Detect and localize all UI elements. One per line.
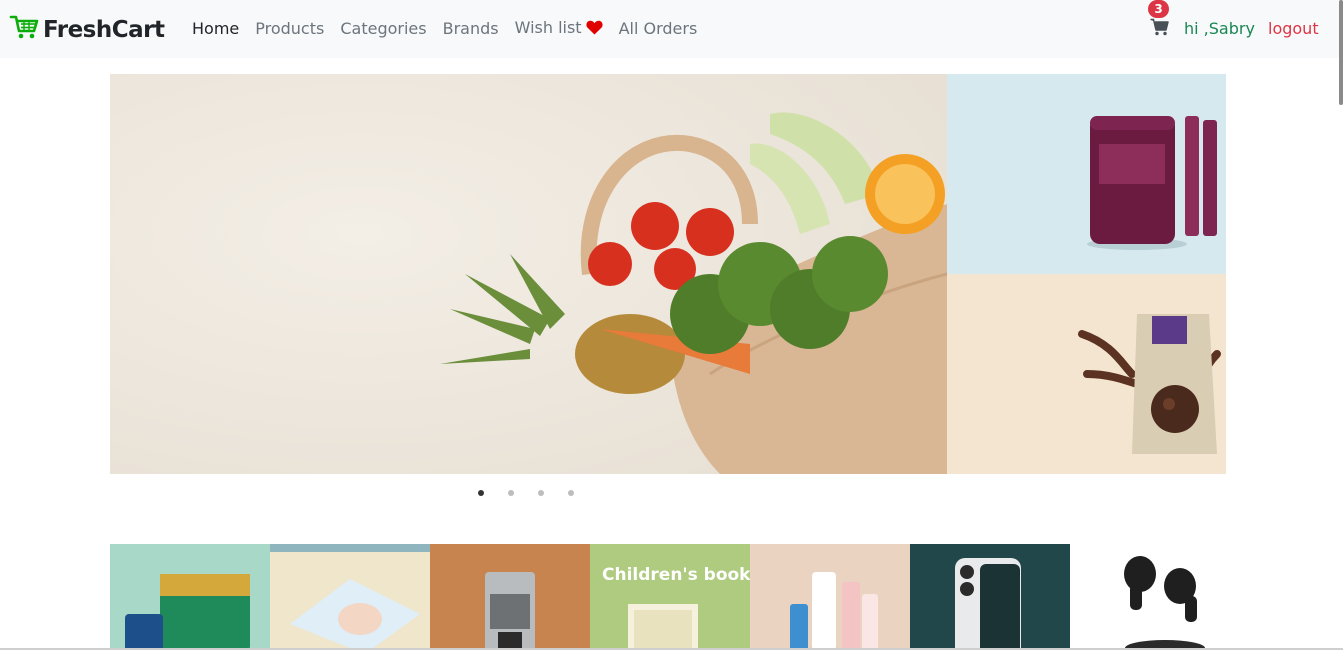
nav-products[interactable]: Products [255, 19, 324, 38]
nav-categories[interactable]: Categories [340, 19, 426, 38]
logout-link[interactable]: logout [1268, 19, 1319, 38]
childrens-books-category-image [590, 544, 750, 650]
nav-wishlist[interactable]: Wish list [515, 18, 603, 39]
slider-dot-1[interactable] [478, 490, 484, 496]
page-scrollbar[interactable] [1339, 0, 1343, 105]
baby-diapers-category-image [270, 544, 430, 650]
category-title-childrens-books: Children's books [602, 565, 750, 585]
cart-button[interactable] [1150, 18, 1169, 41]
main-slider-image[interactable] [110, 74, 947, 474]
brand-name: FreshCart [43, 16, 165, 43]
side-banner-bottom[interactable] [947, 274, 1226, 474]
category-card-mobiles[interactable] [910, 544, 1070, 650]
skincare-category-image [750, 544, 910, 650]
earbuds-category-image [1070, 544, 1230, 650]
category-card-audio[interactable] [1070, 544, 1230, 650]
cart-icon [1150, 18, 1169, 40]
coffee-machine-category-image [430, 544, 590, 650]
chocolate-cookies-product-image [947, 274, 1226, 474]
category-card-books[interactable]: Children's books [590, 544, 750, 650]
shopping-cart-logo-icon [9, 14, 39, 45]
grocery-bag-illustration [110, 74, 947, 474]
smartphone-category-image [910, 544, 1070, 650]
category-card-beauty[interactable] [750, 544, 910, 650]
heart-icon [586, 20, 603, 39]
brand-logo[interactable]: FreshCart [9, 14, 165, 45]
grocery-category-image [110, 544, 270, 650]
user-greeting: hi ,Sabry [1184, 19, 1255, 38]
cart-count-badge: 3 [1148, 0, 1169, 18]
category-card-electronics[interactable] [430, 544, 590, 650]
slider-dot-2[interactable] [508, 490, 514, 496]
category-card-grocery[interactable] [110, 544, 270, 650]
nav-brands[interactable]: Brands [443, 19, 499, 38]
nav-wishlist-label: Wish list [514, 18, 582, 37]
main-nav: Home Products Categories Brands Wish lis… [192, 18, 713, 39]
nav-home[interactable]: Home [192, 19, 239, 38]
slider-dot-4[interactable] [568, 490, 574, 496]
side-banner-top[interactable] [947, 74, 1226, 274]
navbar: FreshCart Home Products Categories Brand… [0, 0, 1343, 58]
nav-all-orders[interactable]: All Orders [619, 19, 698, 38]
slider-dots [478, 490, 598, 496]
category-card-baby[interactable] [270, 544, 430, 650]
wafer-rolls-product-image [947, 74, 1226, 274]
categories-slider: Children's books [110, 544, 1230, 650]
slider-dot-3[interactable] [538, 490, 544, 496]
